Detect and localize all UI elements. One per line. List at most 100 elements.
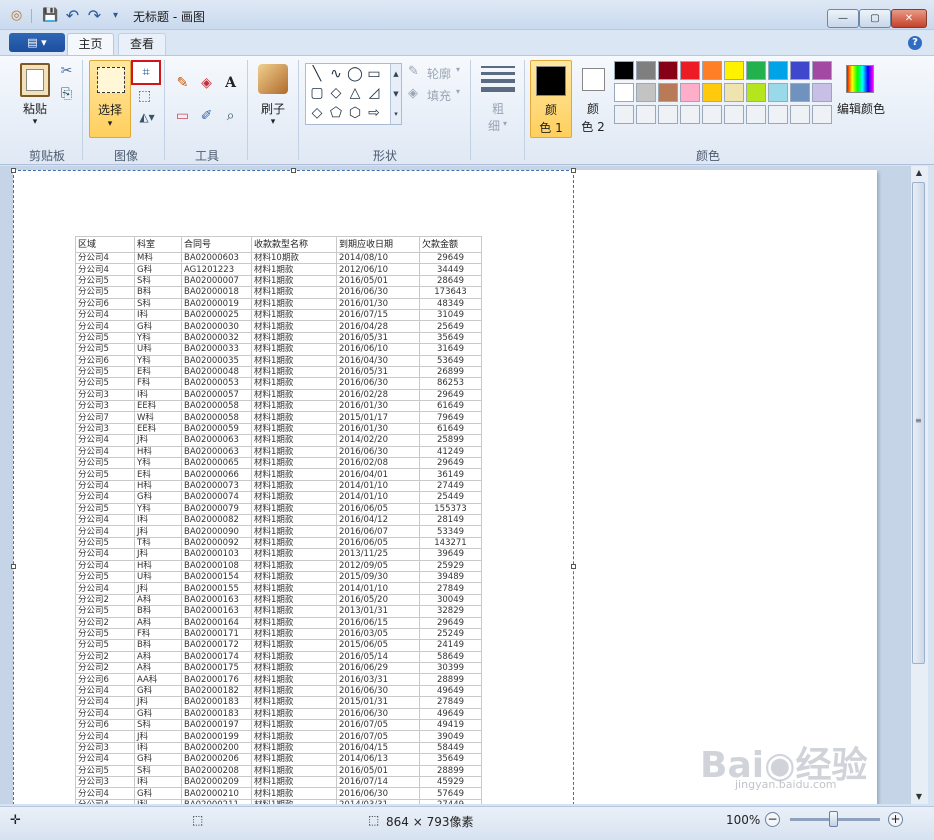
brushes-dropdown-icon[interactable]: ▾ [254,117,292,127]
color1-button[interactable]: 颜 色 1 [530,60,572,138]
palette-custom-slot[interactable] [614,105,634,124]
help-icon[interactable]: ? [908,36,922,50]
copy-icon[interactable]: ⎘ [56,84,77,105]
paste-button[interactable]: 粘贴 [16,100,54,117]
save-icon[interactable]: 💾 [42,7,59,24]
palette-color-swatch[interactable] [702,61,722,80]
select-button[interactable]: 选择 ▾ [89,60,131,138]
redo-icon[interactable]: ↷ [86,7,103,24]
outline-button[interactable]: 轮廓 [427,65,451,82]
resize-handle[interactable] [11,564,16,569]
resize-icon[interactable]: ⬚ [134,86,155,107]
size-dropdown-icon[interactable]: ▾ [503,119,507,128]
outline-icon[interactable]: ✎ [408,64,419,79]
shape-triangle-icon[interactable]: △ [346,84,364,102]
palette-custom-slot[interactable] [702,105,722,124]
scroll-down-icon[interactable]: ▼ [910,792,928,801]
palette-color-swatch[interactable] [636,61,656,80]
palette-color-swatch[interactable] [702,83,722,102]
palette-custom-slot[interactable] [724,105,744,124]
shape-pentagon-icon[interactable]: ⬠ [327,104,345,122]
palette-color-swatch[interactable] [812,61,832,80]
palette-color-swatch[interactable] [658,83,678,102]
resize-handle[interactable] [11,168,16,173]
shapes-scroll-up-icon[interactable]: ▲ [390,64,401,84]
palette-custom-slot[interactable] [768,105,788,124]
palette-custom-slot[interactable] [812,105,832,124]
outline-dropdown-icon[interactable]: ▾ [456,65,460,74]
fill-shape-icon[interactable]: ◈ [408,86,418,101]
pencil-icon[interactable]: ✎ [172,73,193,94]
cut-icon[interactable]: ✂ [56,61,77,82]
palette-color-swatch[interactable] [614,83,634,102]
palette-color-swatch[interactable] [636,83,656,102]
scroll-up-icon[interactable]: ▲ [910,168,928,177]
tab-home[interactable]: 主页 [67,33,114,55]
rotate-icon[interactable]: ◭▾ [134,107,160,128]
shape-oval-icon[interactable]: ◯ [346,65,364,83]
brushes-button[interactable]: 刷子 [254,100,292,117]
palette-custom-slot[interactable] [790,105,810,124]
undo-icon[interactable]: ↶ [64,7,81,24]
palette-color-swatch[interactable] [658,61,678,80]
shape-rounded-rectangle-icon[interactable]: ▢ [308,84,326,102]
paint-app-icon[interactable]: ◎ [8,7,25,24]
maximize-button[interactable]: ▢ [859,9,891,28]
color2-button[interactable]: 颜 色 2 [578,60,608,138]
palette-color-swatch[interactable] [614,61,634,80]
close-button[interactable]: ✕ [891,9,927,28]
shape-arrow-icon[interactable]: ⇨ [365,104,383,122]
edit-colors-button[interactable]: 编辑颜色 [836,60,886,138]
scroll-thumb[interactable]: ≡ [912,182,925,664]
resize-handle[interactable] [291,168,296,173]
size-icon[interactable] [481,66,515,92]
size-label-thin[interactable]: 细 [483,117,505,134]
palette-custom-slot[interactable] [658,105,678,124]
shape-polygon-icon[interactable]: ◇ [327,84,345,102]
palette-color-swatch[interactable] [746,61,766,80]
fill-dropdown-icon[interactable]: ▾ [456,87,460,96]
crop-button[interactable]: ⌗ [131,60,161,85]
palette-color-swatch[interactable] [768,61,788,80]
text-icon[interactable]: A [220,73,241,94]
paste-dropdown-icon[interactable]: ▾ [16,117,54,127]
palette-color-swatch[interactable] [790,83,810,102]
shapes-scroll-down-icon[interactable]: ▼ [390,84,401,104]
palette-color-swatch[interactable] [680,83,700,102]
zoom-slider-thumb[interactable] [829,811,838,827]
zoom-out-button[interactable]: − [765,812,780,827]
palette-color-swatch[interactable] [812,83,832,102]
shape-right-triangle-icon[interactable]: ◿ [365,84,383,102]
file-menu-button[interactable]: ▤ ▾ [9,33,65,52]
tab-view[interactable]: 查看 [118,33,166,55]
palette-color-swatch[interactable] [746,83,766,102]
resize-handle[interactable] [571,168,576,173]
fill-button[interactable]: 填充 [427,87,451,104]
paste-icon[interactable] [20,63,50,97]
size-label-thick[interactable]: 粗 [483,100,513,117]
selection-rectangle[interactable] [13,170,574,804]
shapes-expand-icon[interactable]: ▾ [390,104,401,124]
color-picker-icon[interactable]: ✐ [196,106,217,127]
minimize-button[interactable]: — [827,9,859,28]
shape-line-icon[interactable]: ╲ [308,65,326,83]
shape-curve-icon[interactable]: ∿ [327,65,345,83]
palette-custom-slot[interactable] [636,105,656,124]
canvas-area[interactable]: 区域 科室 合同号 收款款型名称 到期应收日期 欠款金额 分公司4 M科 BA02000603… [0,166,910,804]
magnifier-icon[interactable]: ⌕ [220,106,241,127]
palette-custom-slot[interactable] [746,105,766,124]
palette-color-swatch[interactable] [768,83,788,102]
palette-color-swatch[interactable] [790,61,810,80]
palette-color-swatch[interactable] [724,61,744,80]
eraser-icon[interactable]: ▭ [172,106,193,127]
palette-custom-slot[interactable] [680,105,700,124]
palette-color-swatch[interactable] [724,83,744,102]
shape-rectangle-icon[interactable]: ▭ [365,65,383,83]
fill-icon[interactable]: ◈ [196,73,217,94]
resize-handle[interactable] [571,564,576,569]
customize-quick-access-icon[interactable]: ▾ [107,7,124,24]
palette-color-swatch[interactable] [680,61,700,80]
shape-hexagon-icon[interactable]: ⬡ [346,104,364,122]
zoom-in-button[interactable]: + [888,812,903,827]
shape-diamond-icon[interactable]: ◇ [308,104,326,122]
